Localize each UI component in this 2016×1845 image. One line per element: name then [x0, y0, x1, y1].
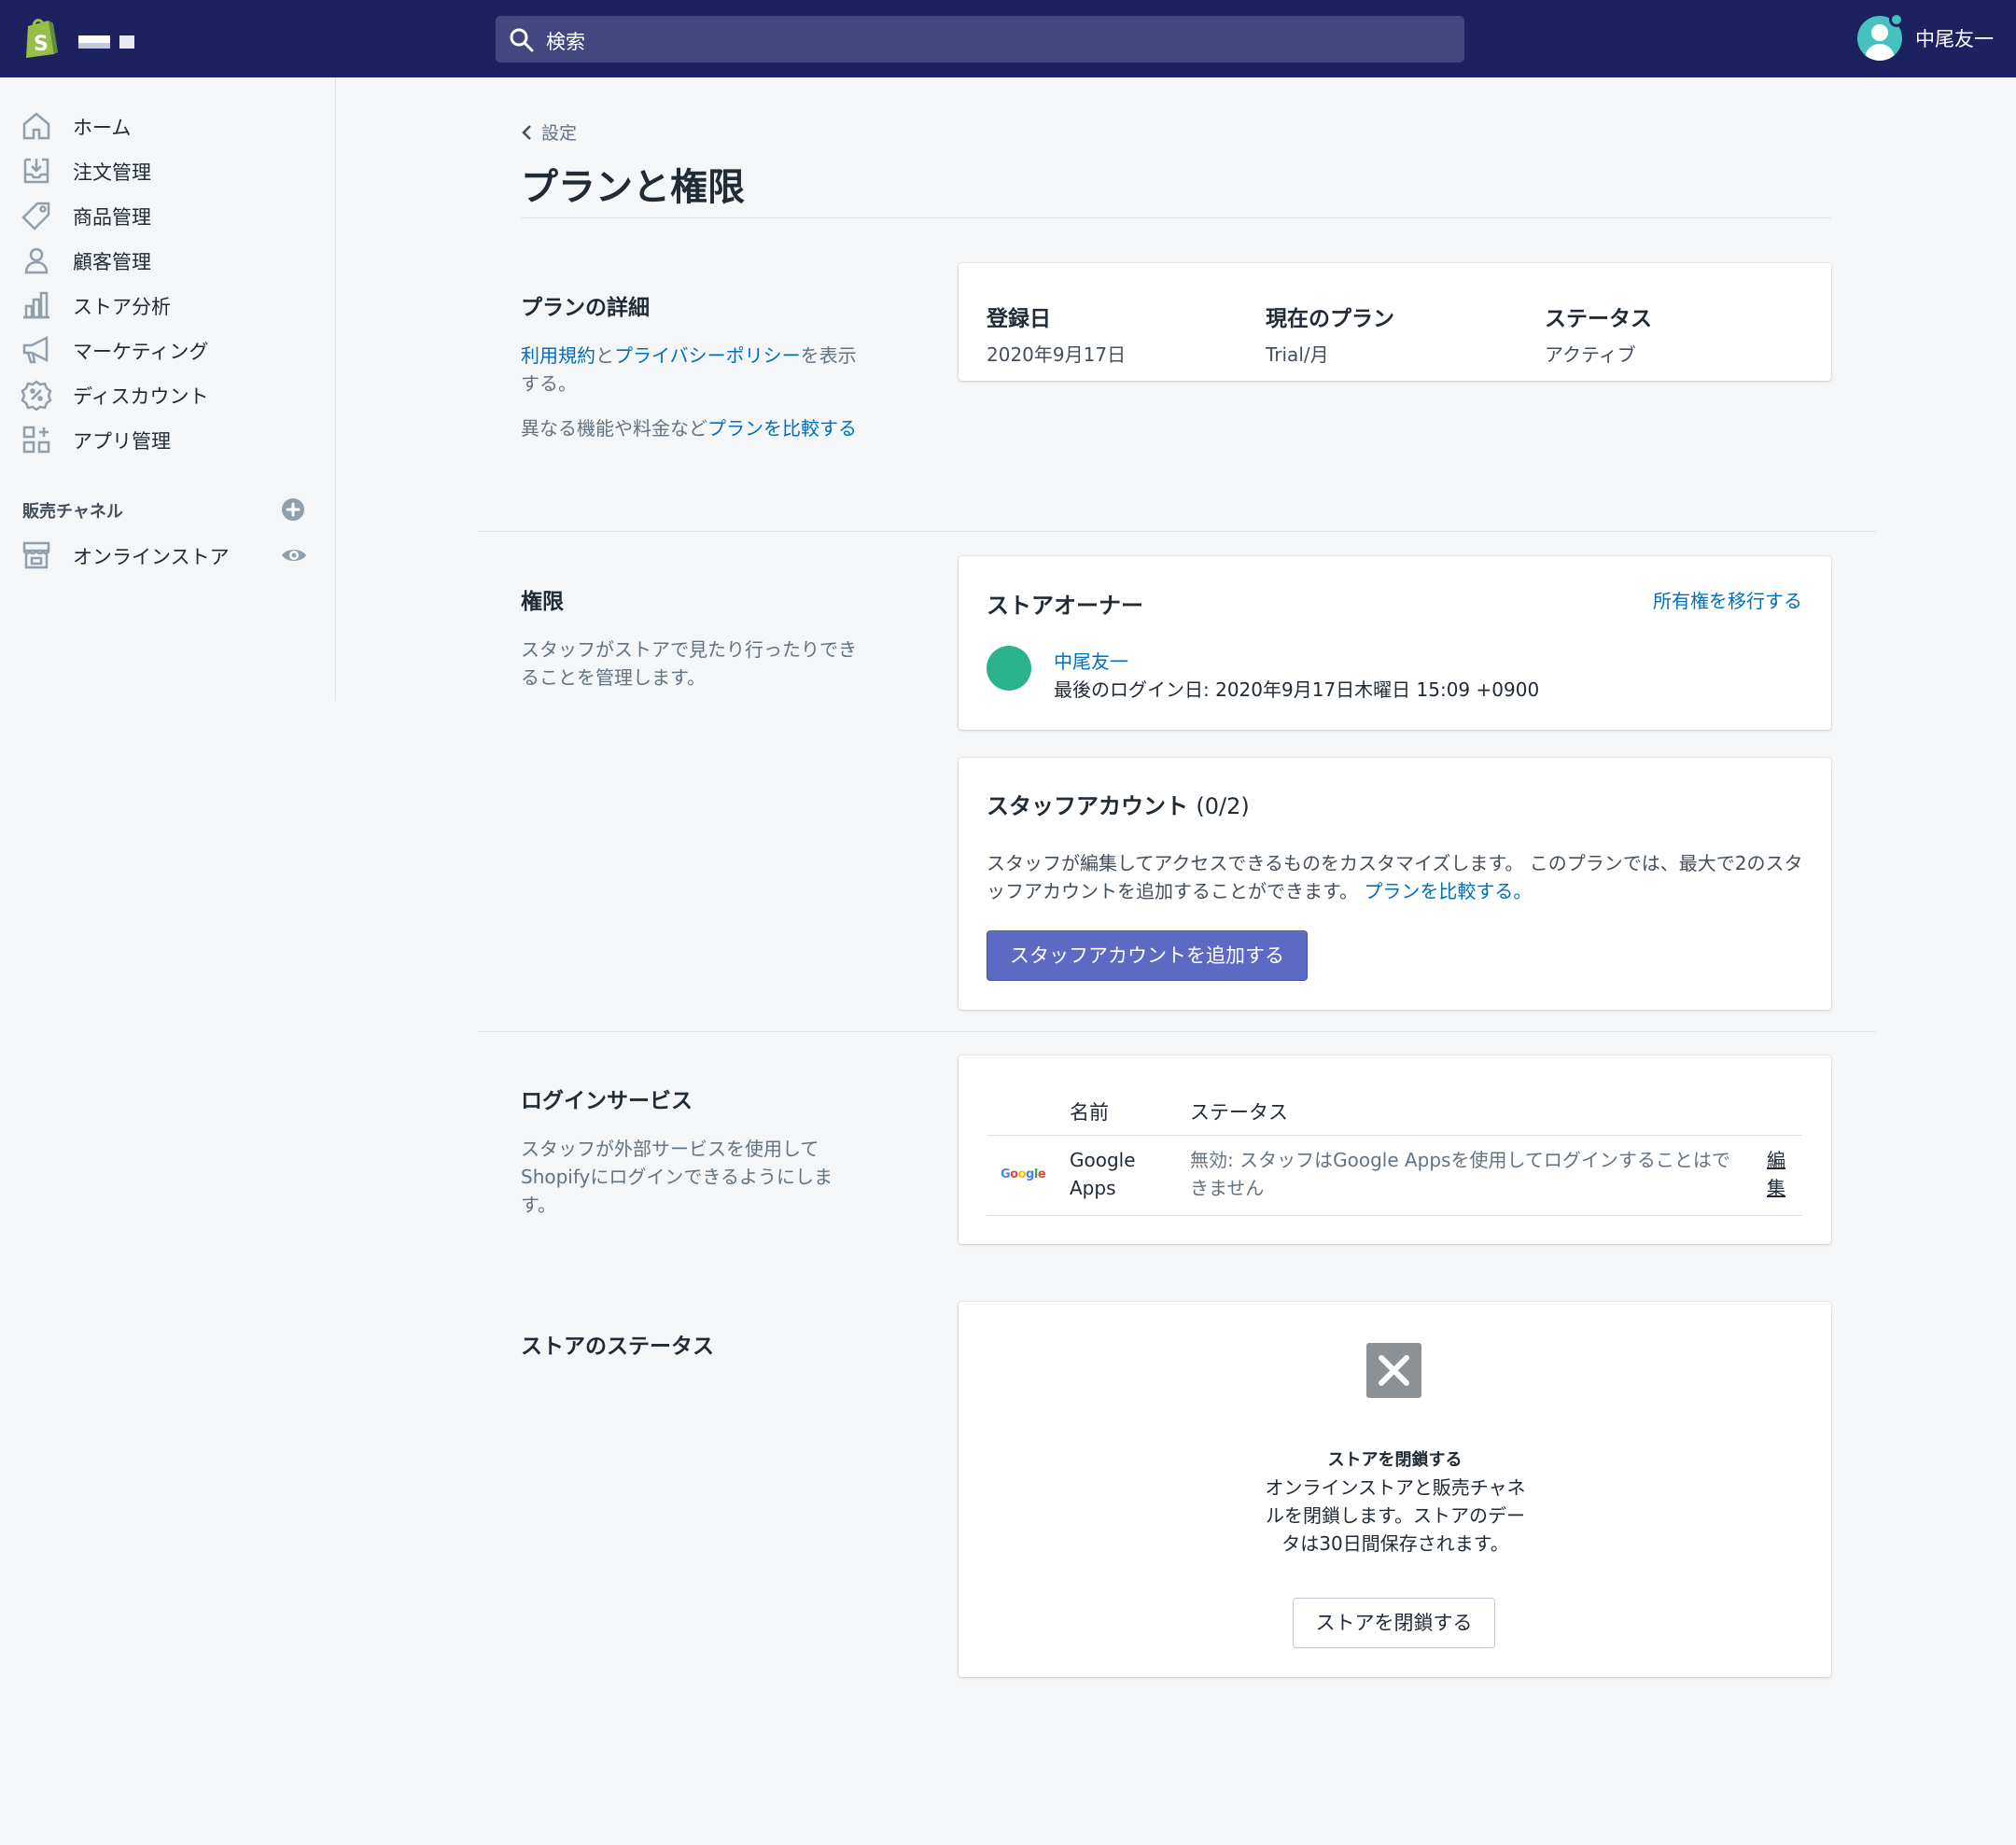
sidebar-item-apps[interactable]: アプリ管理 [0, 416, 336, 461]
owner-name-link[interactable]: 中尾友一 [1054, 647, 1128, 674]
sidebar-item-products[interactable]: 商品管理 [0, 192, 336, 237]
login-services-desc: スタッフが外部サービスを使用してShopifyにログインできるようにします。 [521, 1138, 833, 1216]
staff-accounts-card: スタッフアカウント (0/2) スタッフが編集してアクセスできるものをカスタマイ… [959, 758, 1831, 1010]
owner-last-login: 最後のログイン日: 2020年9月17日木曜日 15:09 +0900 [1054, 678, 1540, 701]
bar-chart-icon [23, 291, 49, 319]
divider [987, 1215, 1802, 1216]
sidebar-item-label: オンラインストア [73, 546, 230, 568]
search-bar[interactable]: 検索 [496, 16, 1464, 63]
plan-field-status: ステータス アクティブ [1545, 307, 1652, 366]
divider [987, 1135, 1802, 1136]
privacy-policy-link[interactable]: プライバシーポリシー [614, 344, 801, 367]
sidebar-item-marketing[interactable]: マーケティング [0, 327, 336, 371]
compare-plans-link[interactable]: プランを比較する [707, 417, 857, 440]
permissions-section-title: 権限 [521, 590, 564, 614]
divider [521, 217, 1831, 218]
transfer-ownership-link[interactable]: 所有権を移行する [1653, 586, 1802, 613]
close-store-x-icon [1366, 1343, 1421, 1398]
person-icon [24, 247, 49, 274]
close-store-button[interactable]: ストアを閉鎖する [1293, 1598, 1495, 1648]
plan-terms-text: 利用規約とプライバシーポリシーを表示する。 [521, 344, 857, 395]
column-header-status: ステータス [1190, 1101, 1288, 1124]
user-name[interactable]: 中尾友一 [1915, 24, 1994, 52]
divider [479, 531, 1876, 532]
sidebar-item-label: 注文管理 [73, 161, 151, 184]
plan-details-card: 登録日 2020年9月17日 現在のプラン Trial/月 ステータス アクティ… [959, 263, 1831, 381]
plan-compare-text: 異なる機能や料金などプランを比較する [521, 417, 857, 440]
orders-inbox-icon [23, 158, 49, 184]
sidebar-item-label: 商品管理 [73, 206, 151, 229]
sidebar-item-discounts[interactable]: ディスカウント [0, 371, 336, 416]
google-logo-icon: Google [1001, 1167, 1046, 1181]
page-title: プランと権限 [521, 166, 745, 209]
staff-accounts-title: スタッフアカウント (0/2) [987, 793, 1250, 819]
add-staff-account-button[interactable]: スタッフアカウントを追加する [987, 930, 1308, 981]
sidebar-item-customers[interactable]: 顧客管理 [0, 237, 336, 282]
notification-dot [1889, 12, 1904, 27]
tag-icon [21, 202, 50, 231]
sidebar: ホーム 注文管理 商品管理 顧客管理 ストア分析 マーケティング ディスカウント… [0, 77, 336, 701]
top-bar: S 検索 中尾友一 [0, 0, 2016, 77]
breadcrumb[interactable]: 設定 [521, 119, 577, 145]
home-icon [22, 112, 50, 140]
sidebar-item-analytics[interactable]: ストア分析 [0, 282, 336, 327]
store-owner-card: ストアオーナー 所有権を移行する 中尾友一 最後のログイン日: 2020年9月1… [959, 556, 1831, 730]
sales-channels-heading: 販売チャネル [22, 502, 123, 522]
sidebar-item-label: マーケティング [73, 341, 209, 363]
discount-icon [21, 380, 52, 411]
sidebar-item-label: ストア分析 [73, 296, 171, 318]
store-status-title: ストアのステータス [521, 1335, 714, 1359]
shopify-logo-icon[interactable]: S [22, 17, 60, 58]
breadcrumb-settings[interactable]: 設定 [541, 119, 577, 145]
column-header-name: 名前 [1070, 1101, 1109, 1124]
plan-field-current-plan: 現在のプラン Trial/月 [1266, 307, 1394, 366]
terms-link[interactable]: 利用規約 [521, 344, 595, 367]
store-name-redacted[interactable] [78, 35, 134, 50]
sidebar-item-home[interactable]: ホーム [0, 103, 336, 147]
close-store-desc: オンラインストアと販売チャネルを閉鎖します。ストアのデータは30日間保存されます… [1265, 1476, 1526, 1555]
apps-grid-icon [22, 426, 50, 454]
eye-icon[interactable] [280, 541, 308, 569]
staff-count: (0/2) [1196, 793, 1250, 819]
divider [479, 1031, 1876, 1032]
compare-plans-link[interactable]: プランを比較する。 [1364, 880, 1532, 902]
search-icon [510, 28, 534, 52]
plan-field-start-date: 登録日 2020年9月17日 [987, 307, 1127, 366]
permissions-desc: スタッフがストアで見たり行ったりできることを管理します。 [521, 638, 857, 689]
megaphone-icon [22, 335, 49, 364]
store-owner-title: ストアオーナー [987, 593, 1143, 619]
sidebar-item-label: 顧客管理 [73, 251, 151, 273]
plan-section-title: プランの詳細 [521, 296, 650, 320]
avatar [987, 646, 1031, 691]
edit-service-link[interactable]: 編集 [1767, 1146, 1789, 1202]
sidebar-item-label: ホーム [73, 117, 132, 139]
service-name: Google Apps [1070, 1149, 1136, 1199]
sidebar-item-label: アプリ管理 [73, 430, 171, 453]
user-menu[interactable]: 中尾友一 [1857, 12, 1994, 63]
login-services-card: 名前 ステータス Google Google Apps 無効: スタッフはGoo… [959, 1055, 1831, 1244]
close-store-title: ストアを閉鎖する [1327, 1450, 1463, 1470]
svg-text:S: S [34, 33, 49, 56]
sidebar-item-orders[interactable]: 注文管理 [0, 147, 336, 192]
login-services-title: ログインサービス [521, 1089, 693, 1113]
staff-accounts-desc: スタッフが編集してアクセスできるものをカスタマイズします。 このプランでは、最大… [987, 852, 1803, 902]
sidebar-item-label: ディスカウント [73, 385, 209, 408]
service-status: 無効: スタッフはGoogle Appsを使用してログインすることはできません [1190, 1149, 1730, 1199]
chevron-left-icon [522, 124, 531, 140]
add-channel-icon[interactable] [280, 496, 306, 523]
storefront-icon [22, 541, 50, 569]
search-input[interactable]: 検索 [546, 27, 585, 55]
store-status-card: ストアを閉鎖する オンラインストアと販売チャネルを閉鎖します。ストアのデータは3… [959, 1302, 1831, 1677]
